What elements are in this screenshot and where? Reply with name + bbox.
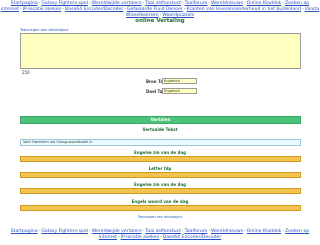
topnav-link[interactable]: IP-locatie zoeken: [23, 7, 62, 12]
topnav-link[interactable]: Kranten van leverensonderhoud in het bui…: [186, 7, 301, 12]
footnav-link[interactable]: Wereldnieuws: [211, 229, 243, 234]
word-section-bar: [20, 172, 301, 178]
topnav-link[interactable]: Base64 Encoder/Decoder: [65, 7, 123, 12]
footnav-link[interactable]: Startpagina: [11, 229, 38, 234]
word-section-bar: [20, 156, 301, 162]
target-language-select[interactable]: Engelsch: [162, 88, 197, 94]
footnav-separator: -: [243, 229, 246, 234]
topnav-separator: -: [208, 1, 210, 6]
translated-text-output: Voer Hanforen via Vraag-woordboek in: [20, 139, 301, 146]
word-section-bar: [20, 205, 301, 211]
footnav-link[interactable]: IP-locatie zoeken: [121, 235, 160, 240]
footnav-link[interactable]: Galaxy Fighters-spel: [41, 229, 88, 234]
word-section-label: Engelse zin van de dag: [134, 150, 186, 155]
word-section-label: Letter fdp: [148, 166, 172, 171]
footer-navigation: Startpagina-Galaxy Fighters-spel-Wereldw…: [0, 229, 320, 241]
topnav-separator: -: [124, 7, 126, 13]
footnav-separator: -: [282, 229, 284, 234]
topnav-separator: -: [243, 1, 246, 6]
topnav-separator: -: [89, 1, 91, 6]
topnav-separator: -: [20, 7, 22, 13]
topnav-link[interactable]: Getwaarde Fluid Denoer: [127, 7, 183, 12]
character-count: 250: [22, 70, 30, 75]
footnav-link[interactable]: Base64 Encoder/Decoder: [163, 235, 221, 240]
footnav-link[interactable]: Wereldwijde vertalers: [92, 229, 142, 234]
footnav-separator: -: [117, 235, 120, 240]
footnav-link[interactable]: Taal zelfonstuct: [145, 229, 181, 234]
topnav-separator: -: [62, 7, 65, 13]
input-caption: Teennegen een tekstobject: [20, 28, 69, 32]
footnav-separator: -: [181, 229, 184, 234]
translated-text-label: Vertaalde Tekst: [142, 127, 178, 132]
word-section-label: Engelse zin van de dag: [134, 182, 186, 187]
translate-button[interactable]: Vertalen: [20, 116, 301, 124]
source-language-select[interactable]: Engelsch: [162, 78, 197, 84]
topnav-link[interactable]: Wereldnieuws: [211, 1, 243, 6]
top-navigation: Startpagina-Galaxy Fighters-spel-Wereldw…: [0, 1, 320, 20]
topnav-separator: -: [282, 1, 284, 6]
topnav-separator: -: [181, 1, 184, 6]
topnav-link[interactable]: Taal zelfonstuct: [145, 1, 181, 6]
footnav-separator: -: [208, 229, 210, 234]
word-section-bar: [20, 188, 301, 194]
topnav-link[interactable]: Wereldwijde vertalers: [92, 1, 142, 6]
footnav-separator: -: [89, 229, 91, 234]
footnav-link[interactable]: Online Kladdok: [247, 229, 282, 234]
topnav-link[interactable]: Online Kladdok: [247, 1, 282, 6]
word-section-label: Engels woord van de dag: [131, 199, 189, 204]
footnav-separator: -: [160, 235, 163, 240]
topnav-link[interactable]: Taalforum: [185, 1, 208, 6]
source-text-input[interactable]: [20, 33, 301, 69]
bottom-caption: Teennegen een tekstobject: [137, 215, 183, 219]
page-title: online Vertaling: [135, 18, 185, 24]
footnav-link[interactable]: Taalforum: [185, 229, 208, 234]
topnav-link[interactable]: Startpagina: [11, 1, 38, 6]
topnav-separator: -: [302, 7, 304, 13]
topnav-link[interactable]: Galaxy Fighters-spel: [41, 1, 88, 6]
